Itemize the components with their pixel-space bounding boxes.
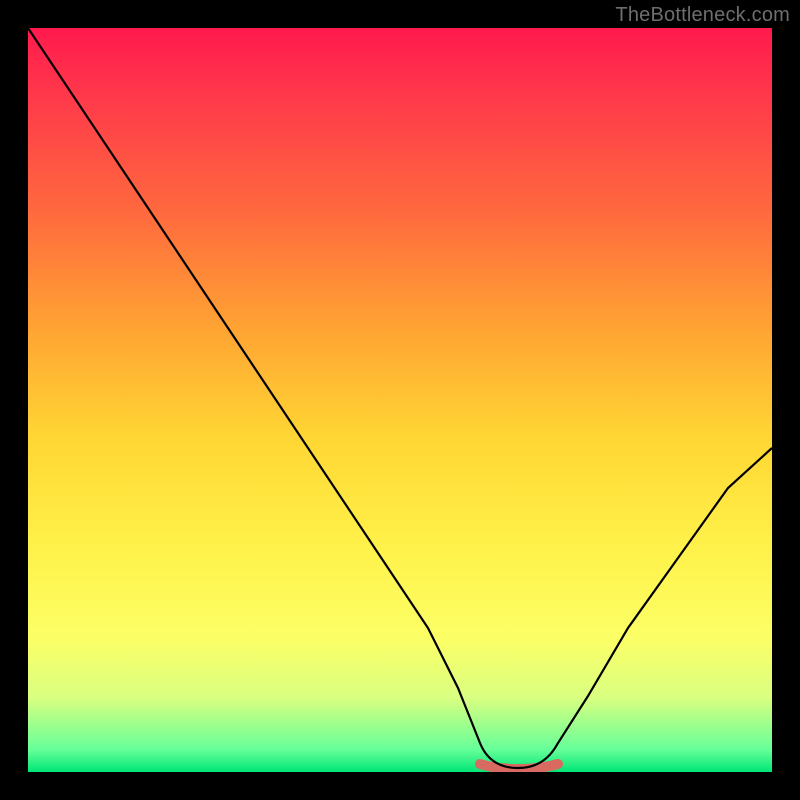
chart-gradient-background	[28, 28, 772, 772]
chart-frame: TheBottleneck.com	[0, 0, 800, 800]
watermark-text: TheBottleneck.com	[615, 4, 790, 27]
